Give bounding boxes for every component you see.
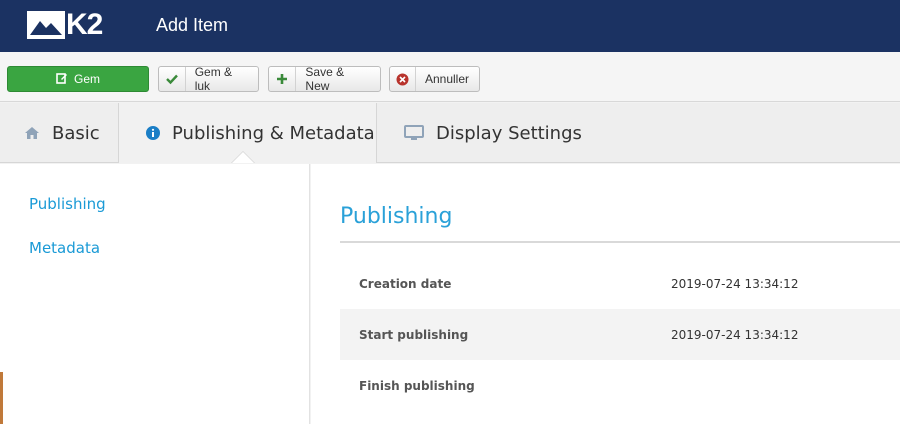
form-row-creation-date: Creation date 2019-07-24 13:34:12 — [340, 258, 900, 309]
window-edge — [0, 372, 3, 424]
plus-icon — [269, 67, 297, 91]
field-label: Finish publishing — [359, 379, 475, 393]
checkmark-icon — [159, 67, 186, 91]
field-label: Creation date — [359, 277, 452, 291]
cancel-label: Annuller — [424, 72, 469, 86]
sidebar-item-publishing[interactable]: Publishing — [29, 195, 106, 213]
page-title: Add Item — [156, 15, 229, 35]
edit-icon — [56, 72, 68, 87]
save-close-button[interactable]: Gem & luk — [158, 65, 259, 93]
main-content: Publishing Creation date 2019-07-24 13:3… — [311, 164, 900, 424]
form-row-start-publishing: Start publishing 2019-07-24 13:34:12 — [340, 309, 900, 360]
cancel-circle-icon — [390, 67, 416, 91]
save-new-label: Save & New — [305, 65, 345, 93]
field-label: Start publishing — [359, 328, 469, 342]
save-close-label: Gem & luk — [194, 65, 233, 93]
tab-bar: Basic Publishing & Metadata Display Sett… — [0, 103, 900, 163]
active-tab-caret — [232, 152, 254, 163]
mountain-icon — [27, 11, 65, 39]
tab-basic[interactable]: Basic — [24, 103, 100, 163]
top-header-bar: K2 Add Item — [0, 0, 900, 52]
info-icon — [146, 126, 160, 140]
k2-logo[interactable]: K2 — [27, 8, 103, 42]
save-button-label: Gem — [73, 72, 100, 86]
section-title: Publishing — [340, 204, 453, 229]
save-button[interactable]: Gem — [7, 66, 149, 92]
logo-text: K2 — [66, 8, 103, 41]
home-icon — [24, 126, 40, 140]
tab-display-settings[interactable]: Display Settings — [404, 103, 582, 163]
start-publishing-value[interactable]: 2019-07-24 13:34:12 — [671, 328, 798, 342]
cancel-button[interactable]: Annuller — [389, 66, 480, 92]
action-toolbar: Gem Gem & luk Save & New Annuller — [0, 52, 900, 102]
sidebar-item-metadata[interactable]: Metadata — [29, 239, 100, 257]
save-new-button[interactable]: Save & New — [268, 65, 381, 93]
creation-date-value[interactable]: 2019-07-24 13:34:12 — [671, 277, 798, 291]
form-row-finish-publishing: Finish publishing — [340, 360, 900, 411]
monitor-icon — [404, 125, 424, 141]
tab-basic-label: Basic — [52, 122, 100, 144]
tab-display-settings-label: Display Settings — [436, 122, 582, 144]
section-sidebar: Publishing Metadata — [0, 164, 310, 424]
divider — [340, 241, 900, 243]
tab-publishing-metadata-label: Publishing & Metadata — [172, 122, 375, 144]
